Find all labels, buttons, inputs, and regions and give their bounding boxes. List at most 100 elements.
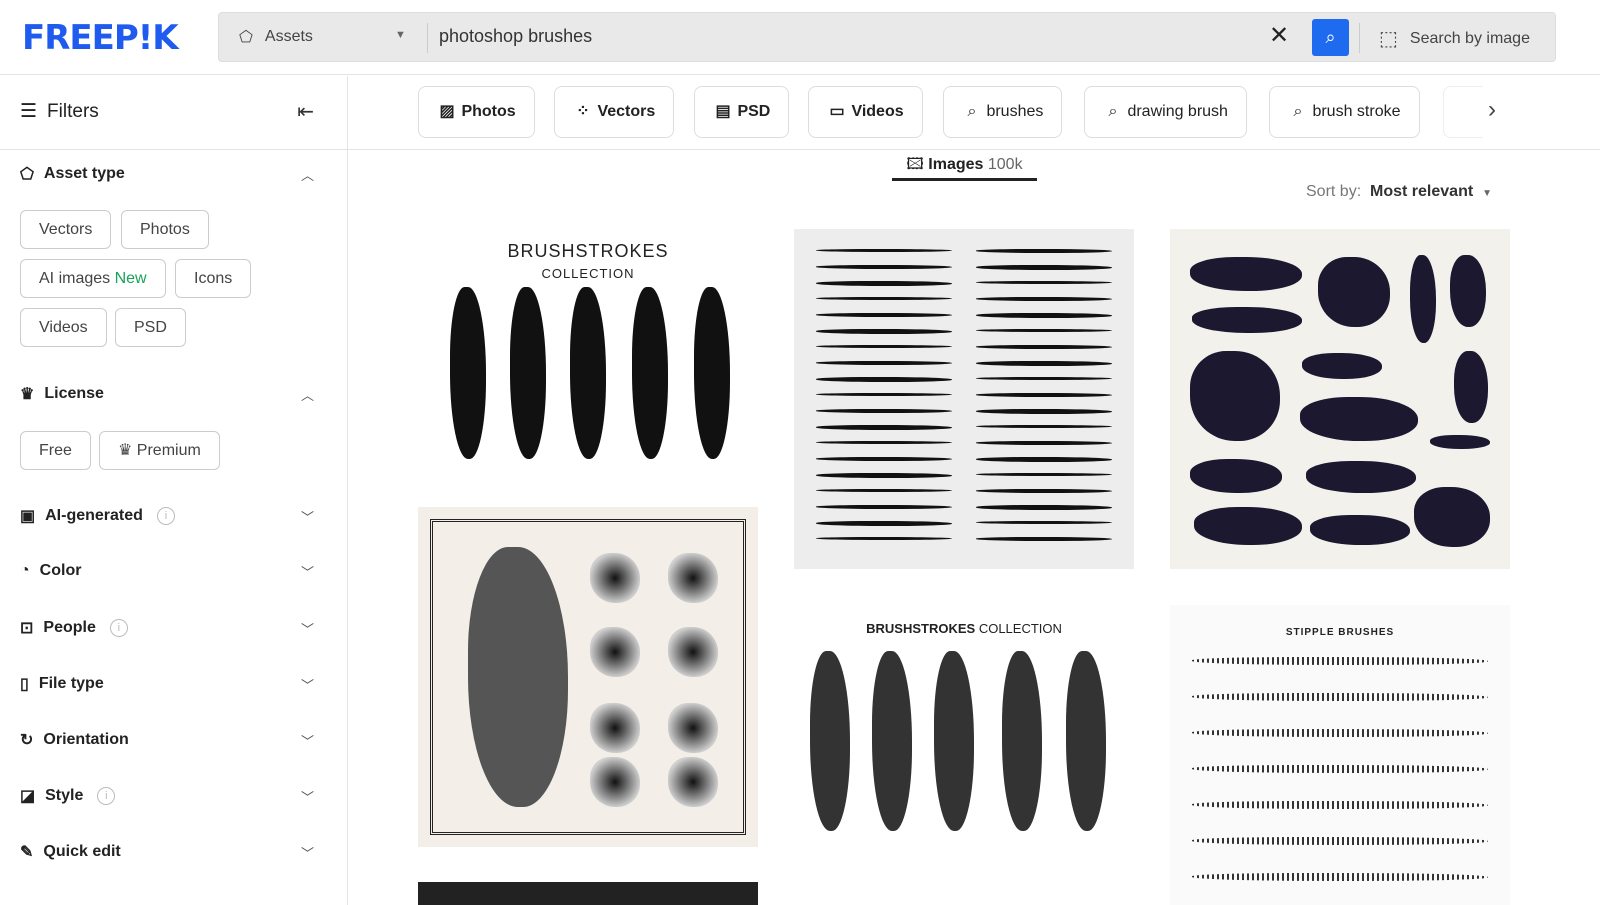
style-icon: ◪ <box>20 788 36 805</box>
brush-stroke <box>1066 651 1106 831</box>
brush-stroke <box>1194 507 1302 545</box>
close-icon[interactable]: ✕ <box>1269 21 1289 50</box>
filters-header: ☰ Filters ⇤ <box>0 76 348 150</box>
freepik-logo[interactable]: FREEP!K <box>22 18 179 58</box>
filter-psd[interactable]: PSD <box>115 308 186 347</box>
filter-icons[interactable]: Icons <box>175 259 252 298</box>
filter-photos[interactable]: Photos <box>121 210 209 249</box>
brush-stroke <box>816 313 952 317</box>
chip-brushes[interactable]: ⌕ brushes <box>943 86 1063 138</box>
brush-stroke <box>1302 353 1382 379</box>
filter-section-color[interactable]: ◔ Color ﹀ <box>20 562 320 580</box>
info-icon[interactable]: i <box>97 787 116 805</box>
filter-videos[interactable]: Videos <box>20 308 107 347</box>
chevron-up-icon: ︿ <box>300 167 314 183</box>
card-title-text: BRUSHSTROKES <box>866 621 976 636</box>
filter-premium[interactable]: ♛ Premium <box>99 431 220 470</box>
filter-free[interactable]: Free <box>20 431 91 470</box>
chevron-down-icon: ﹀ <box>300 845 314 861</box>
sort-dropdown[interactable]: Sort by: Most relevant ▼ <box>1306 183 1492 201</box>
asset-selector-label: Assets <box>264 28 313 45</box>
card-subtitle: COLLECTION <box>978 621 1062 636</box>
brush-stroke <box>872 651 912 831</box>
stipple-stroke <box>1192 657 1488 665</box>
brush-stroke <box>816 521 952 526</box>
chip-label: Videos <box>851 103 904 120</box>
asset-selector[interactable]: ⬠ Assets <box>239 27 313 47</box>
filter-section-people[interactable]: ⊡ People i ﹀ <box>20 618 320 638</box>
category-icon: ▨ <box>439 103 455 120</box>
result-card[interactable] <box>418 507 758 847</box>
filter-ai-images[interactable]: AI images New <box>20 259 166 298</box>
search-icon: ⌕ <box>1325 27 1336 47</box>
stipple-stroke <box>1192 693 1488 701</box>
brush-stroke <box>1300 397 1418 441</box>
filter-section-quick-edit[interactable]: ✎ Quick edit ﹀ <box>20 842 320 862</box>
brush-stroke <box>632 287 668 459</box>
result-card[interactable] <box>418 882 758 905</box>
header: FREEP!K ⬠ Assets ▼ photoshop brushes ✕ ⌕ … <box>0 0 1600 75</box>
pill-label: AI images <box>39 270 111 287</box>
chip-photos[interactable]: ▨ Photos <box>418 86 535 138</box>
chip-videos[interactable]: ▭ Videos <box>808 86 923 138</box>
info-icon[interactable]: i <box>156 507 175 525</box>
chevron-down-icon: ﹀ <box>300 621 314 637</box>
chip-drawing-brush[interactable]: ⌕ drawing brush <box>1084 86 1247 138</box>
filter-section-orientation[interactable]: ↻ Orientation ﹀ <box>20 730 320 750</box>
file-icon: ▯ <box>20 676 29 693</box>
category-icon: ⁘ <box>576 103 590 120</box>
tab-label: Images <box>928 156 984 173</box>
section-label: Color <box>39 562 82 579</box>
result-card[interactable] <box>794 229 1134 569</box>
chip-psd[interactable]: ▤ PSD <box>694 86 790 138</box>
stipple-stroke <box>1192 837 1488 845</box>
brush-stroke <box>816 425 952 430</box>
info-icon[interactable]: i <box>109 619 128 637</box>
result-card[interactable] <box>1170 229 1510 569</box>
brush-stroke <box>816 377 952 382</box>
chip-vectors[interactable]: ⁘ Vectors <box>554 86 675 138</box>
caret-down-icon[interactable]: ▼ <box>395 29 406 41</box>
brush-stroke <box>976 281 1112 284</box>
brush-stroke <box>976 329 1112 332</box>
tab-images[interactable]: 🖾 Images 100k <box>892 150 1037 181</box>
chip-label: PSD <box>737 103 771 120</box>
chip-brush-stroke[interactable]: ⌕ brush stroke <box>1269 86 1420 138</box>
search-bar: ⬠ Assets ▼ photoshop brushes ✕ ⌕ ⬚ Search … <box>218 12 1556 62</box>
stipple-dot <box>590 703 640 753</box>
stipple-dot <box>590 757 640 807</box>
filter-section-file-type[interactable]: ▯ File type ﹀ <box>20 674 320 694</box>
search-input[interactable]: photoshop brushes <box>439 26 592 47</box>
brush-stroke <box>976 505 1112 510</box>
caret-down-icon: ▼ <box>1482 188 1492 199</box>
filter-section-ai-generated[interactable]: ▣ AI-generated i ﹀ <box>20 506 320 526</box>
filter-vectors[interactable]: Vectors <box>20 210 112 249</box>
result-card[interactable]: BRUSHSTROKES COLLECTION <box>418 229 758 491</box>
chevron-right-icon[interactable]: › <box>1488 96 1496 124</box>
section-label: Asset type <box>43 165 125 182</box>
search-by-image-button[interactable]: ⬚ Search by image <box>1379 26 1530 51</box>
brush-stroke <box>976 313 1112 318</box>
sliders-icon: ☰ <box>20 101 38 122</box>
brush-stroke <box>816 345 952 348</box>
license-header[interactable]: ♛ License ︿ <box>20 384 320 404</box>
result-card[interactable]: BRUSHSTROKES COLLECTION <box>794 605 1134 905</box>
asset-type-header[interactable]: ⬠ Asset type ︿ <box>20 164 320 184</box>
image-search-icon: ⬚ <box>1379 28 1398 50</box>
brush-stroke <box>816 329 952 334</box>
search-by-image-label: Search by image <box>1409 29 1530 47</box>
chevron-down-icon: ﹀ <box>300 789 314 805</box>
section-label: Quick edit <box>43 843 121 860</box>
stipple-stroke <box>1192 801 1488 809</box>
chip-label: brush stroke <box>1312 103 1401 120</box>
stipple-stroke <box>1192 729 1488 737</box>
section-label: AI-generated <box>45 507 143 524</box>
ai-icon: ▣ <box>20 508 36 525</box>
brush-stroke <box>976 441 1112 445</box>
filter-section-style[interactable]: ◪ Style i ﹀ <box>20 786 320 806</box>
result-card[interactable]: STIPPLE BRUSHES <box>1170 605 1510 905</box>
search-button[interactable]: ⌕ <box>1312 19 1349 56</box>
brush-stroke <box>816 393 952 396</box>
collapse-sidebar-icon[interactable]: ⇤ <box>297 99 314 124</box>
brush-stroke <box>976 297 1112 301</box>
